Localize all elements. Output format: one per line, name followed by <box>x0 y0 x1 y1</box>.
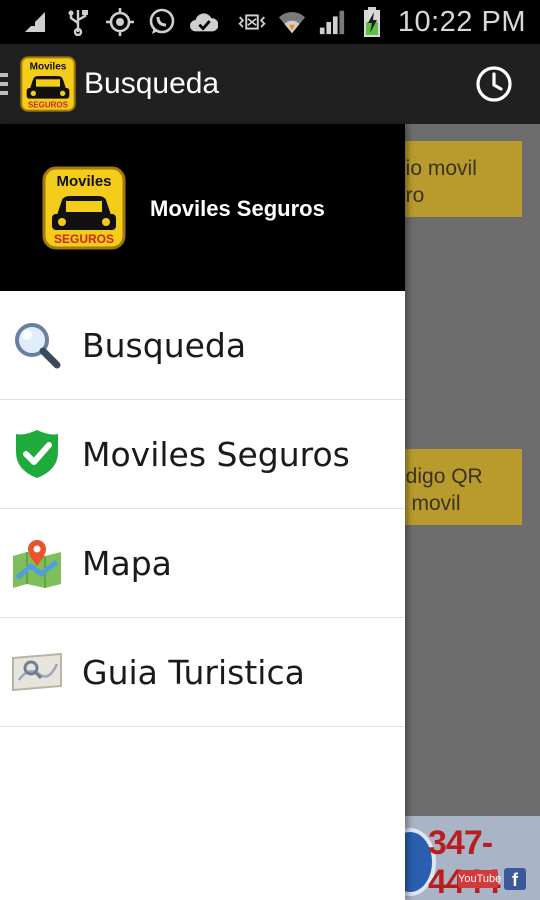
gps-icon <box>106 8 134 36</box>
drawer-item-busqueda[interactable]: Busqueda <box>0 291 405 400</box>
status-bar: 10:22 PM <box>0 0 540 44</box>
tourist-map-icon <box>11 646 63 698</box>
vibrate-icon <box>238 8 266 36</box>
card1-line1: dio movil <box>394 157 477 180</box>
drawer-indicator-icon[interactable] <box>0 44 14 124</box>
drawer-item-moviles-seguros[interactable]: Moviles Seguros <box>0 400 405 509</box>
app-logo[interactable]: Moviles SEGUROS <box>20 56 76 112</box>
page-title: Busqueda <box>84 67 220 100</box>
ad-banner[interactable]: 347-4444 YouTube f <box>404 816 540 900</box>
cell-signal-icon <box>318 8 346 36</box>
drawer-title: Moviles Seguros <box>150 196 325 221</box>
drawer-item-label: Busqueda <box>82 325 247 365</box>
map-icon <box>11 537 63 589</box>
cloud-check-icon <box>190 8 218 36</box>
wifi-icon <box>278 8 306 36</box>
history-clock-icon[interactable] <box>474 64 514 104</box>
drawer-logo-subtext: SEGUROS <box>54 232 114 246</box>
app-logo-subtext: SEGUROS <box>28 100 69 109</box>
signal-alert-icon <box>22 8 50 36</box>
facebook-icon: f <box>504 868 526 890</box>
drawer-item-guia-turistica[interactable]: Guia Turistica <box>0 618 405 727</box>
magnifier-icon <box>11 319 63 371</box>
drawer-logo-text: Moviles <box>56 173 111 190</box>
card1-line2: uro <box>394 184 425 207</box>
youtube-icon: YouTube <box>458 870 501 888</box>
shield-check-icon <box>11 428 63 480</box>
usb-icon <box>64 8 92 36</box>
drawer-header: Moviles SEGUROS Moviles Seguros <box>0 124 405 291</box>
drawer-item-mapa[interactable]: Mapa <box>0 509 405 618</box>
navigation-drawer: Moviles SEGUROS Moviles Seguros Busqueda… <box>0 124 405 900</box>
card2-line1: odigo QR <box>394 465 483 488</box>
status-time: 10:22 PM <box>397 5 526 38</box>
battery-charging-icon <box>358 7 386 37</box>
drawer-item-label: Moviles Seguros <box>82 434 350 474</box>
drawer-item-label: Mapa <box>82 543 172 583</box>
card2-line2: o movil <box>394 492 461 515</box>
action-bar: Moviles SEGUROS Busqueda <box>0 44 540 124</box>
drawer-logo: Moviles SEGUROS <box>42 166 126 250</box>
app-logo-text: Moviles <box>30 61 67 72</box>
drawer-item-label: Guia Turistica <box>82 652 305 692</box>
whatsapp-icon <box>148 8 176 36</box>
